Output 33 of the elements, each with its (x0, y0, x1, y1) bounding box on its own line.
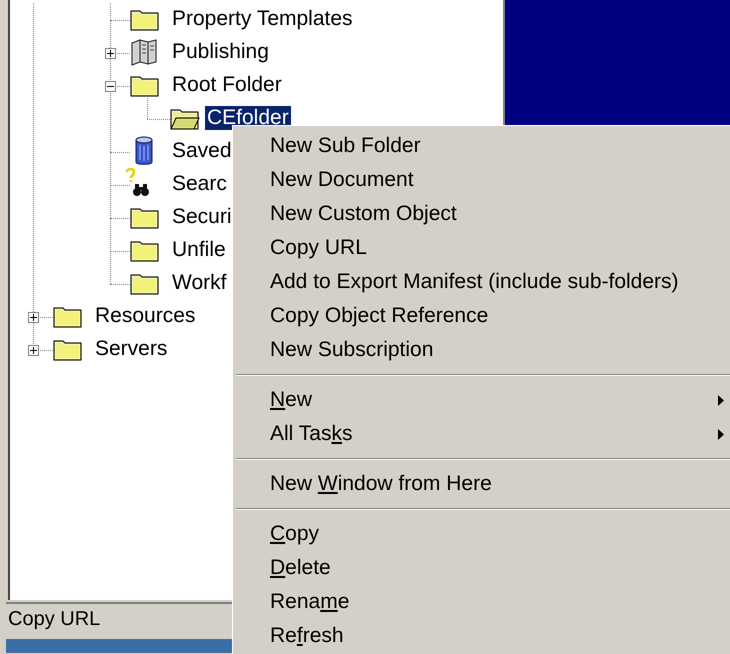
menu-item[interactable]: Copy Object Reference (233, 299, 730, 333)
tree-item[interactable]: Saved (170, 139, 234, 163)
submenu-arrow-icon (718, 395, 724, 406)
submenu-arrow-icon (718, 429, 724, 440)
menu-item[interactable]: Add to Export Manifest (include sub-folders) (233, 265, 730, 299)
book-icon (130, 38, 158, 66)
tree-item[interactable]: Root Folder (170, 73, 284, 97)
menu-item[interactable]: Copy URL (233, 231, 730, 265)
menu-item[interactable]: New Window from Here (233, 467, 730, 501)
status-text: Copy URL (7, 607, 100, 632)
menu-item[interactable]: New Document (233, 163, 730, 197)
tree-item[interactable]: Unfile (170, 238, 228, 262)
tree-item[interactable]: Property Templates (170, 7, 355, 31)
menu-item[interactable]: New Subscription (233, 333, 730, 367)
expand-toggle[interactable] (28, 344, 39, 356)
expand-toggle[interactable] (105, 48, 116, 58)
menu-item[interactable]: Rename (233, 585, 730, 619)
database-icon (134, 136, 154, 166)
tree-item[interactable]: Servers (93, 337, 170, 361)
menu-item[interactable]: New Sub Folder (233, 129, 730, 163)
tree-item[interactable]: Publishing (170, 40, 271, 64)
tree-item[interactable]: Workf (170, 271, 228, 295)
menu-item[interactable]: New (233, 383, 730, 417)
menu-item[interactable]: Copy (233, 517, 730, 551)
tree-item[interactable]: Securi (170, 205, 234, 229)
menu-item[interactable]: Refresh (233, 619, 730, 653)
tree-item[interactable]: Resources (93, 304, 198, 328)
menu-item[interactable]: All Tasks (233, 417, 730, 451)
tree-item[interactable]: Searc (170, 172, 229, 196)
menu-item[interactable]: New Custom Object (233, 197, 730, 231)
menu-item[interactable]: Delete (233, 551, 730, 585)
expand-toggle[interactable] (28, 312, 39, 322)
collapse-toggle[interactable] (105, 80, 116, 92)
